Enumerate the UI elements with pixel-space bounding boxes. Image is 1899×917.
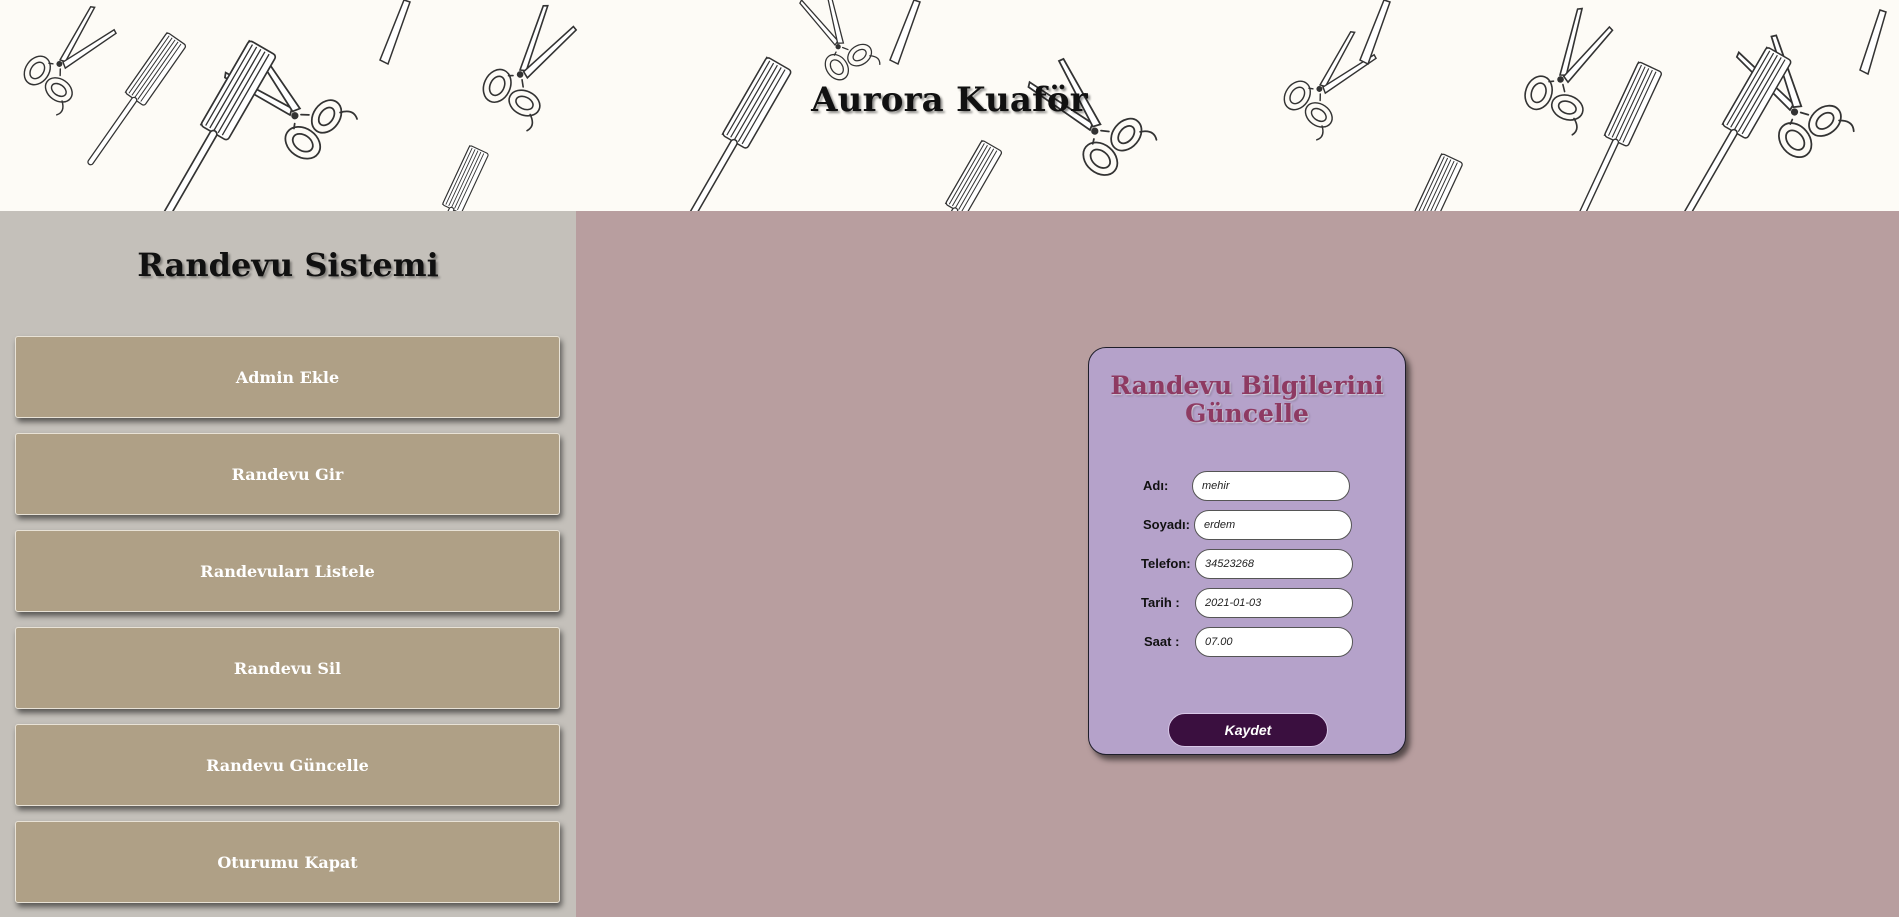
phone-input[interactable] xyxy=(1195,549,1353,579)
logout-label: Oturumu Kapat xyxy=(217,852,358,872)
appointment-enter-label: Randevu Gir xyxy=(231,464,344,484)
appointment-update-button[interactable]: Randevu Güncelle xyxy=(15,724,560,806)
save-button[interactable]: Kaydet xyxy=(1168,713,1328,747)
main-content: Randevu Bilgilerini Güncelle Adı: Soyadı… xyxy=(576,211,1899,917)
admin-add-button[interactable]: Admin Ekle xyxy=(15,336,560,418)
sidebar-title: Randevu Sistemi xyxy=(137,246,439,284)
appointment-enter-button[interactable]: Randevu Gir xyxy=(15,433,560,515)
site-title: Aurora Kuaför xyxy=(811,80,1088,120)
admin-add-label: Admin Ekle xyxy=(235,367,340,387)
comb-icon xyxy=(78,31,1793,211)
form-title: Randevu Bilgilerini Güncelle xyxy=(1110,371,1384,428)
last-name-input[interactable] xyxy=(1194,510,1352,540)
time-input[interactable] xyxy=(1195,627,1353,657)
appointment-delete-button[interactable]: Randevu Sil xyxy=(15,627,560,709)
date-label: Tarih : xyxy=(1141,595,1180,610)
appointment-update-label: Randevu Güncelle xyxy=(206,755,369,775)
last-name-label: Soyadı: xyxy=(1143,517,1190,532)
appointment-delete-label: Randevu Sil xyxy=(233,658,342,678)
appointment-list-label: Randevuları Listele xyxy=(200,561,375,581)
first-name-label: Adı: xyxy=(1143,478,1169,493)
update-appointment-form: Randevu Bilgilerini Güncelle Adı: Soyadı… xyxy=(1088,347,1406,755)
logout-button[interactable]: Oturumu Kapat xyxy=(15,821,560,903)
sidebar: Randevu Sistemi Admin Ekle Randevu Gir R… xyxy=(0,211,576,917)
site-header: Aurora Kuaför xyxy=(0,0,1899,211)
appointment-list-button[interactable]: Randevuları Listele xyxy=(15,530,560,612)
first-name-input[interactable] xyxy=(1192,471,1350,501)
hair-clip-icon xyxy=(379,0,1887,76)
phone-label: Telefon: xyxy=(1141,556,1191,571)
date-input[interactable] xyxy=(1195,588,1353,618)
time-label: Saat : xyxy=(1144,634,1180,649)
